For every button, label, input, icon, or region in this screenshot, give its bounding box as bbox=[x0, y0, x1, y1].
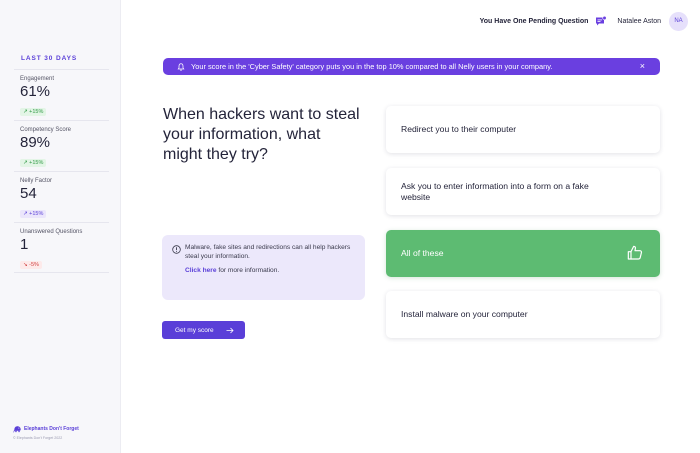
stat-change-badge: ↗ +15% bbox=[20, 159, 47, 167]
stat-unanswered-questions: Unanswered Questions 1 ↘ -5% bbox=[14, 222, 109, 273]
get-my-score-button[interactable]: Get my score bbox=[162, 321, 245, 339]
stats-list: Engagement 61% ↗ +15% Competency Score 8… bbox=[14, 69, 109, 273]
stat-value: 54 bbox=[20, 185, 37, 202]
stat-nelly-factor: Nelly Factor 54 ↗ +15% bbox=[14, 171, 109, 222]
answer-option[interactable]: Install malware on your computer bbox=[386, 291, 660, 338]
stat-label: Engagement bbox=[20, 76, 55, 82]
close-icon[interactable]: × bbox=[640, 61, 645, 71]
hint-link-row: Click here for more information. bbox=[185, 267, 279, 274]
chat-notification-icon[interactable] bbox=[595, 15, 607, 27]
header: You Have One Pending Question Natalee As… bbox=[480, 10, 688, 32]
answer-label: Redirect you to their computer bbox=[401, 124, 517, 134]
stat-label: Competency Score bbox=[20, 127, 72, 133]
info-icon bbox=[172, 245, 181, 254]
stat-value: 61% bbox=[20, 83, 51, 100]
hint-link-suffix: for more information. bbox=[216, 267, 280, 274]
get-my-score-label: Get my score bbox=[175, 326, 214, 334]
copyright: © Elephants Don't Forget 2022 bbox=[13, 436, 63, 440]
hint-box: Malware, fake sites and redirections can… bbox=[162, 235, 365, 300]
question-title: When hackers want to steal your informat… bbox=[163, 106, 360, 163]
answer-option-selected[interactable]: All of these bbox=[386, 230, 660, 277]
stat-value: 1 bbox=[20, 236, 29, 253]
stat-value: 89% bbox=[20, 134, 51, 151]
avatar[interactable]: NA bbox=[669, 11, 688, 31]
hint-text: Malware, fake sites and redirections can… bbox=[185, 244, 351, 260]
brand: Elephants Don't Forget bbox=[13, 425, 79, 433]
thumbs-up-icon bbox=[627, 245, 643, 260]
pending-question-link[interactable]: You Have One Pending Question bbox=[480, 18, 589, 25]
answer-option[interactable]: Redirect you to their computer bbox=[386, 106, 660, 153]
arrow-right-icon bbox=[226, 327, 234, 333]
brand-name: Elephants Don't Forget bbox=[24, 426, 79, 432]
stat-change-badge: ↘ -5% bbox=[20, 261, 42, 269]
answer-label: Ask you to enter information into a form… bbox=[401, 180, 589, 202]
stat-change-badge: ↗ +15% bbox=[20, 108, 47, 116]
answer-option[interactable]: Ask you to enter information into a form… bbox=[386, 168, 660, 215]
stat-label: Nelly Factor bbox=[20, 178, 53, 184]
stat-label: Unanswered Questions bbox=[20, 229, 83, 235]
stat-competency-score: Competency Score 89% ↗ +15% bbox=[14, 120, 109, 171]
bell-icon bbox=[177, 62, 185, 71]
stat-change-badge: ↗ +15% bbox=[20, 210, 47, 218]
user-name[interactable]: Natalee Aston bbox=[617, 18, 661, 25]
click-here-link[interactable]: Click here bbox=[185, 267, 217, 274]
answer-label: Install malware on your computer bbox=[401, 309, 528, 319]
elephant-logo-icon bbox=[13, 426, 21, 433]
score-banner: Your score in the 'Cyber Safety' categor… bbox=[163, 58, 660, 75]
banner-text: Your score in the 'Cyber Safety' categor… bbox=[191, 62, 553, 71]
sidebar: LAST 30 DAYS Engagement 61% ↗ +15% Compe… bbox=[0, 0, 121, 453]
period-label: LAST 30 DAYS bbox=[21, 55, 78, 62]
stat-engagement: Engagement 61% ↗ +15% bbox=[14, 69, 109, 120]
answer-label: All of these bbox=[401, 248, 444, 258]
